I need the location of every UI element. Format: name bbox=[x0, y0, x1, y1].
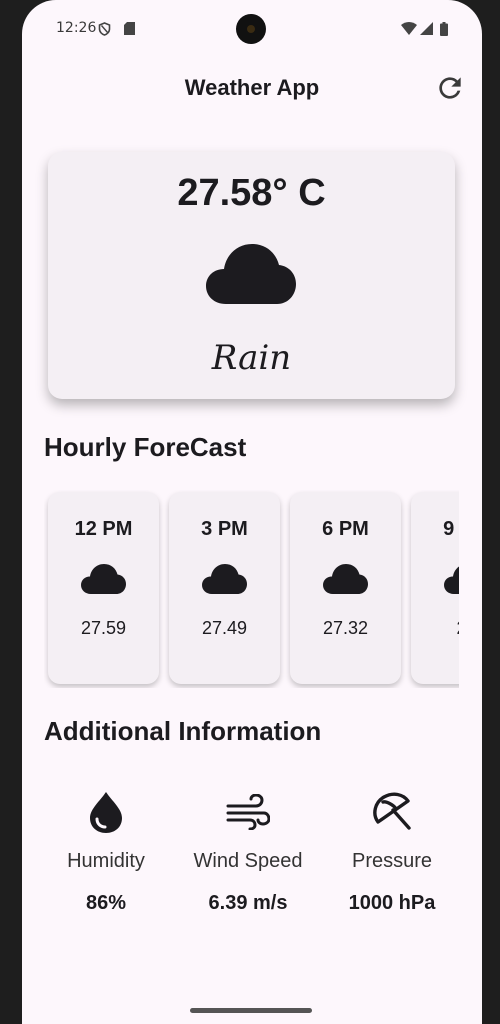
wifi-icon bbox=[401, 22, 417, 40]
status-time: 12:26 bbox=[56, 20, 97, 36]
hourly-forecast-card: 9 PM 27 bbox=[411, 492, 459, 684]
forecast-time: 6 PM bbox=[322, 518, 369, 540]
shield-icon bbox=[98, 22, 111, 41]
beach-umbrella-icon bbox=[370, 790, 414, 834]
status-bar: 12:26 bbox=[22, 14, 482, 44]
additional-info-title: Additional Information bbox=[44, 716, 322, 746]
home-indicator[interactable] bbox=[190, 1008, 312, 1013]
weather-condition: Rain bbox=[211, 338, 292, 378]
cloud-icon bbox=[81, 564, 126, 600]
hourly-forecast-list[interactable]: 12 PM 27.59 3 PM 27.49 6 PM 27.32 9 PM bbox=[44, 490, 459, 688]
page-title: Weather App bbox=[184, 75, 320, 100]
cellular-icon bbox=[420, 22, 433, 40]
sd-card-icon bbox=[124, 22, 135, 40]
app-screen: 12:26 Weather App 27.58° C Rain Hourly F… bbox=[22, 0, 482, 1024]
hourly-forecast-card: 3 PM 27.49 bbox=[169, 492, 280, 684]
info-label: Humidity bbox=[67, 850, 145, 872]
hourly-forecast-card: 12 PM 27.59 bbox=[48, 492, 159, 684]
air-icon bbox=[226, 790, 270, 834]
forecast-time: 3 PM bbox=[201, 518, 248, 540]
water-drop-icon bbox=[84, 790, 128, 834]
refresh-icon bbox=[434, 72, 466, 109]
refresh-button[interactable] bbox=[430, 70, 470, 110]
current-temperature: 27.58° C bbox=[177, 172, 326, 214]
hourly-forecast-card: 6 PM 27.32 bbox=[290, 492, 401, 684]
forecast-temperature: 27.49 bbox=[201, 618, 248, 638]
forecast-temperature: 27.32 bbox=[322, 618, 369, 638]
cloud-icon bbox=[323, 564, 368, 600]
forecast-temperature: 27.59 bbox=[80, 618, 127, 638]
cloud-icon bbox=[206, 244, 296, 311]
info-label: Wind Speed bbox=[193, 850, 303, 872]
hourly-forecast-title: Hourly ForeCast bbox=[44, 432, 247, 462]
forecast-time: 12 PM bbox=[74, 518, 133, 540]
info-value: 86% bbox=[85, 892, 127, 914]
front-camera bbox=[236, 14, 266, 44]
info-value: 1000 hPa bbox=[348, 892, 436, 914]
info-value: 6.39 m/s bbox=[208, 892, 288, 914]
current-weather-card: 27.58° C Rain bbox=[48, 152, 455, 399]
cloud-icon bbox=[202, 564, 247, 600]
battery-icon bbox=[440, 22, 448, 41]
cloud-icon bbox=[444, 564, 459, 600]
forecast-temperature: 27 bbox=[411, 618, 459, 639]
info-label: Pressure bbox=[351, 850, 433, 872]
forecast-time: 9 PM bbox=[443, 518, 459, 540]
